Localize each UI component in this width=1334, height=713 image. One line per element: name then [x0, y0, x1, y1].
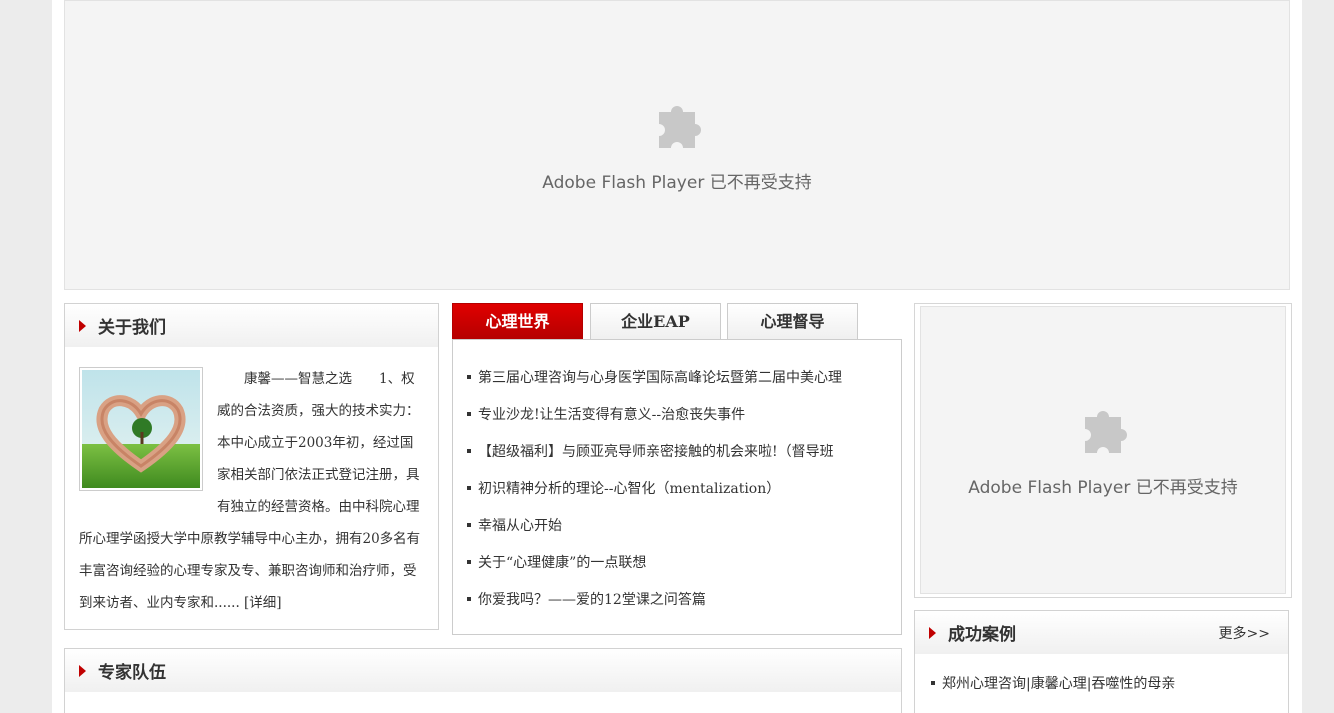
list-item[interactable]: 专业沙龙!让生活变得有意义--治愈丧失事件 — [453, 395, 901, 432]
about-us-title[interactable]: 关于我们 — [98, 313, 166, 338]
square-bullet-icon — [467, 448, 471, 453]
square-bullet-icon — [931, 681, 935, 685]
experts-header: 专家队伍 — [65, 649, 901, 693]
about-us-panel: 关于我们 康馨——智慧之选 1、权威的合法资质，强大的技术实力： 本中心成立于2… — [64, 303, 453, 630]
tab-psychology-supervision[interactable]: 心理督导 — [727, 303, 858, 340]
success-cases-title[interactable]: 成功案例 — [948, 620, 1016, 645]
square-bullet-icon — [467, 522, 471, 527]
triangle-bullet-icon — [79, 664, 86, 677]
more-link[interactable]: 更多>> — [1219, 623, 1270, 643]
triangle-bullet-icon — [929, 626, 936, 639]
news-list-panel: 第三届心理咨询与心身医学国际高峰论坛暨第二届中美心理 专业沙龙!让生活变得有意义… — [452, 339, 902, 635]
flash-message: Adobe Flash Player 已不再受支持 — [968, 477, 1238, 498]
puzzle-icon — [659, 105, 701, 148]
flash-banner-placeholder[interactable]: Adobe Flash Player 已不再受支持 — [64, 0, 1290, 290]
tab-enterprise-eap[interactable]: 企业EAP — [590, 303, 721, 340]
tab-psychology-world[interactable]: 心理世界 — [452, 303, 583, 340]
square-bullet-icon — [467, 596, 471, 601]
experts-title[interactable]: 专家队伍 — [98, 658, 166, 683]
triangle-bullet-icon — [79, 319, 86, 332]
heart-hands-icon — [82, 370, 200, 488]
list-item[interactable]: 幸福从心开始 — [453, 506, 901, 543]
success-cases-panel: 成功案例 更多>> 郑州心理咨询|康馨心理|吞噬性的母亲 — [914, 610, 1289, 713]
list-item[interactable]: 初识精神分析的理论--心智化（mentalization） — [453, 469, 901, 506]
list-item[interactable]: 【超级福利】与顾亚亮导师亲密接触的机会来啦!（督导班 — [453, 432, 901, 469]
square-bullet-icon — [467, 485, 471, 490]
flash-message: Adobe Flash Player 已不再受支持 — [542, 172, 812, 193]
list-item[interactable]: 郑州心理咨询|康馨心理|吞噬性的母亲 — [915, 667, 1288, 699]
list-item[interactable]: 关于“心理健康”的一点联想 — [453, 543, 901, 580]
list-item[interactable]: 你爱我吗？——爱的12堂课之问答篇 — [453, 580, 901, 617]
news-tabs: 心理世界 企业EAP 心理督导 — [452, 303, 902, 341]
side-flash-placeholder[interactable]: Adobe Flash Player 已不再受支持 — [920, 306, 1286, 594]
page-container: Adobe Flash Player 已不再受支持 关于我们 康馨——智慧之选 … — [52, 0, 1302, 713]
about-us-body: 康馨——智慧之选 1、权威的合法资质，强大的技术实力： 本中心成立于2003年初… — [65, 348, 453, 619]
list-item[interactable]: 第三届心理咨询与心身医学国际高峰论坛暨第二届中美心理 — [453, 358, 901, 395]
square-bullet-icon — [467, 374, 471, 379]
puzzle-icon — [1085, 410, 1127, 453]
square-bullet-icon — [467, 411, 471, 416]
experts-panel: 专家队伍 — [64, 648, 902, 713]
success-cases-header: 成功案例 更多>> — [915, 611, 1288, 655]
heart-hands-image[interactable] — [79, 367, 203, 491]
square-bullet-icon — [467, 559, 471, 564]
about-us-header: 关于我们 — [65, 304, 438, 348]
